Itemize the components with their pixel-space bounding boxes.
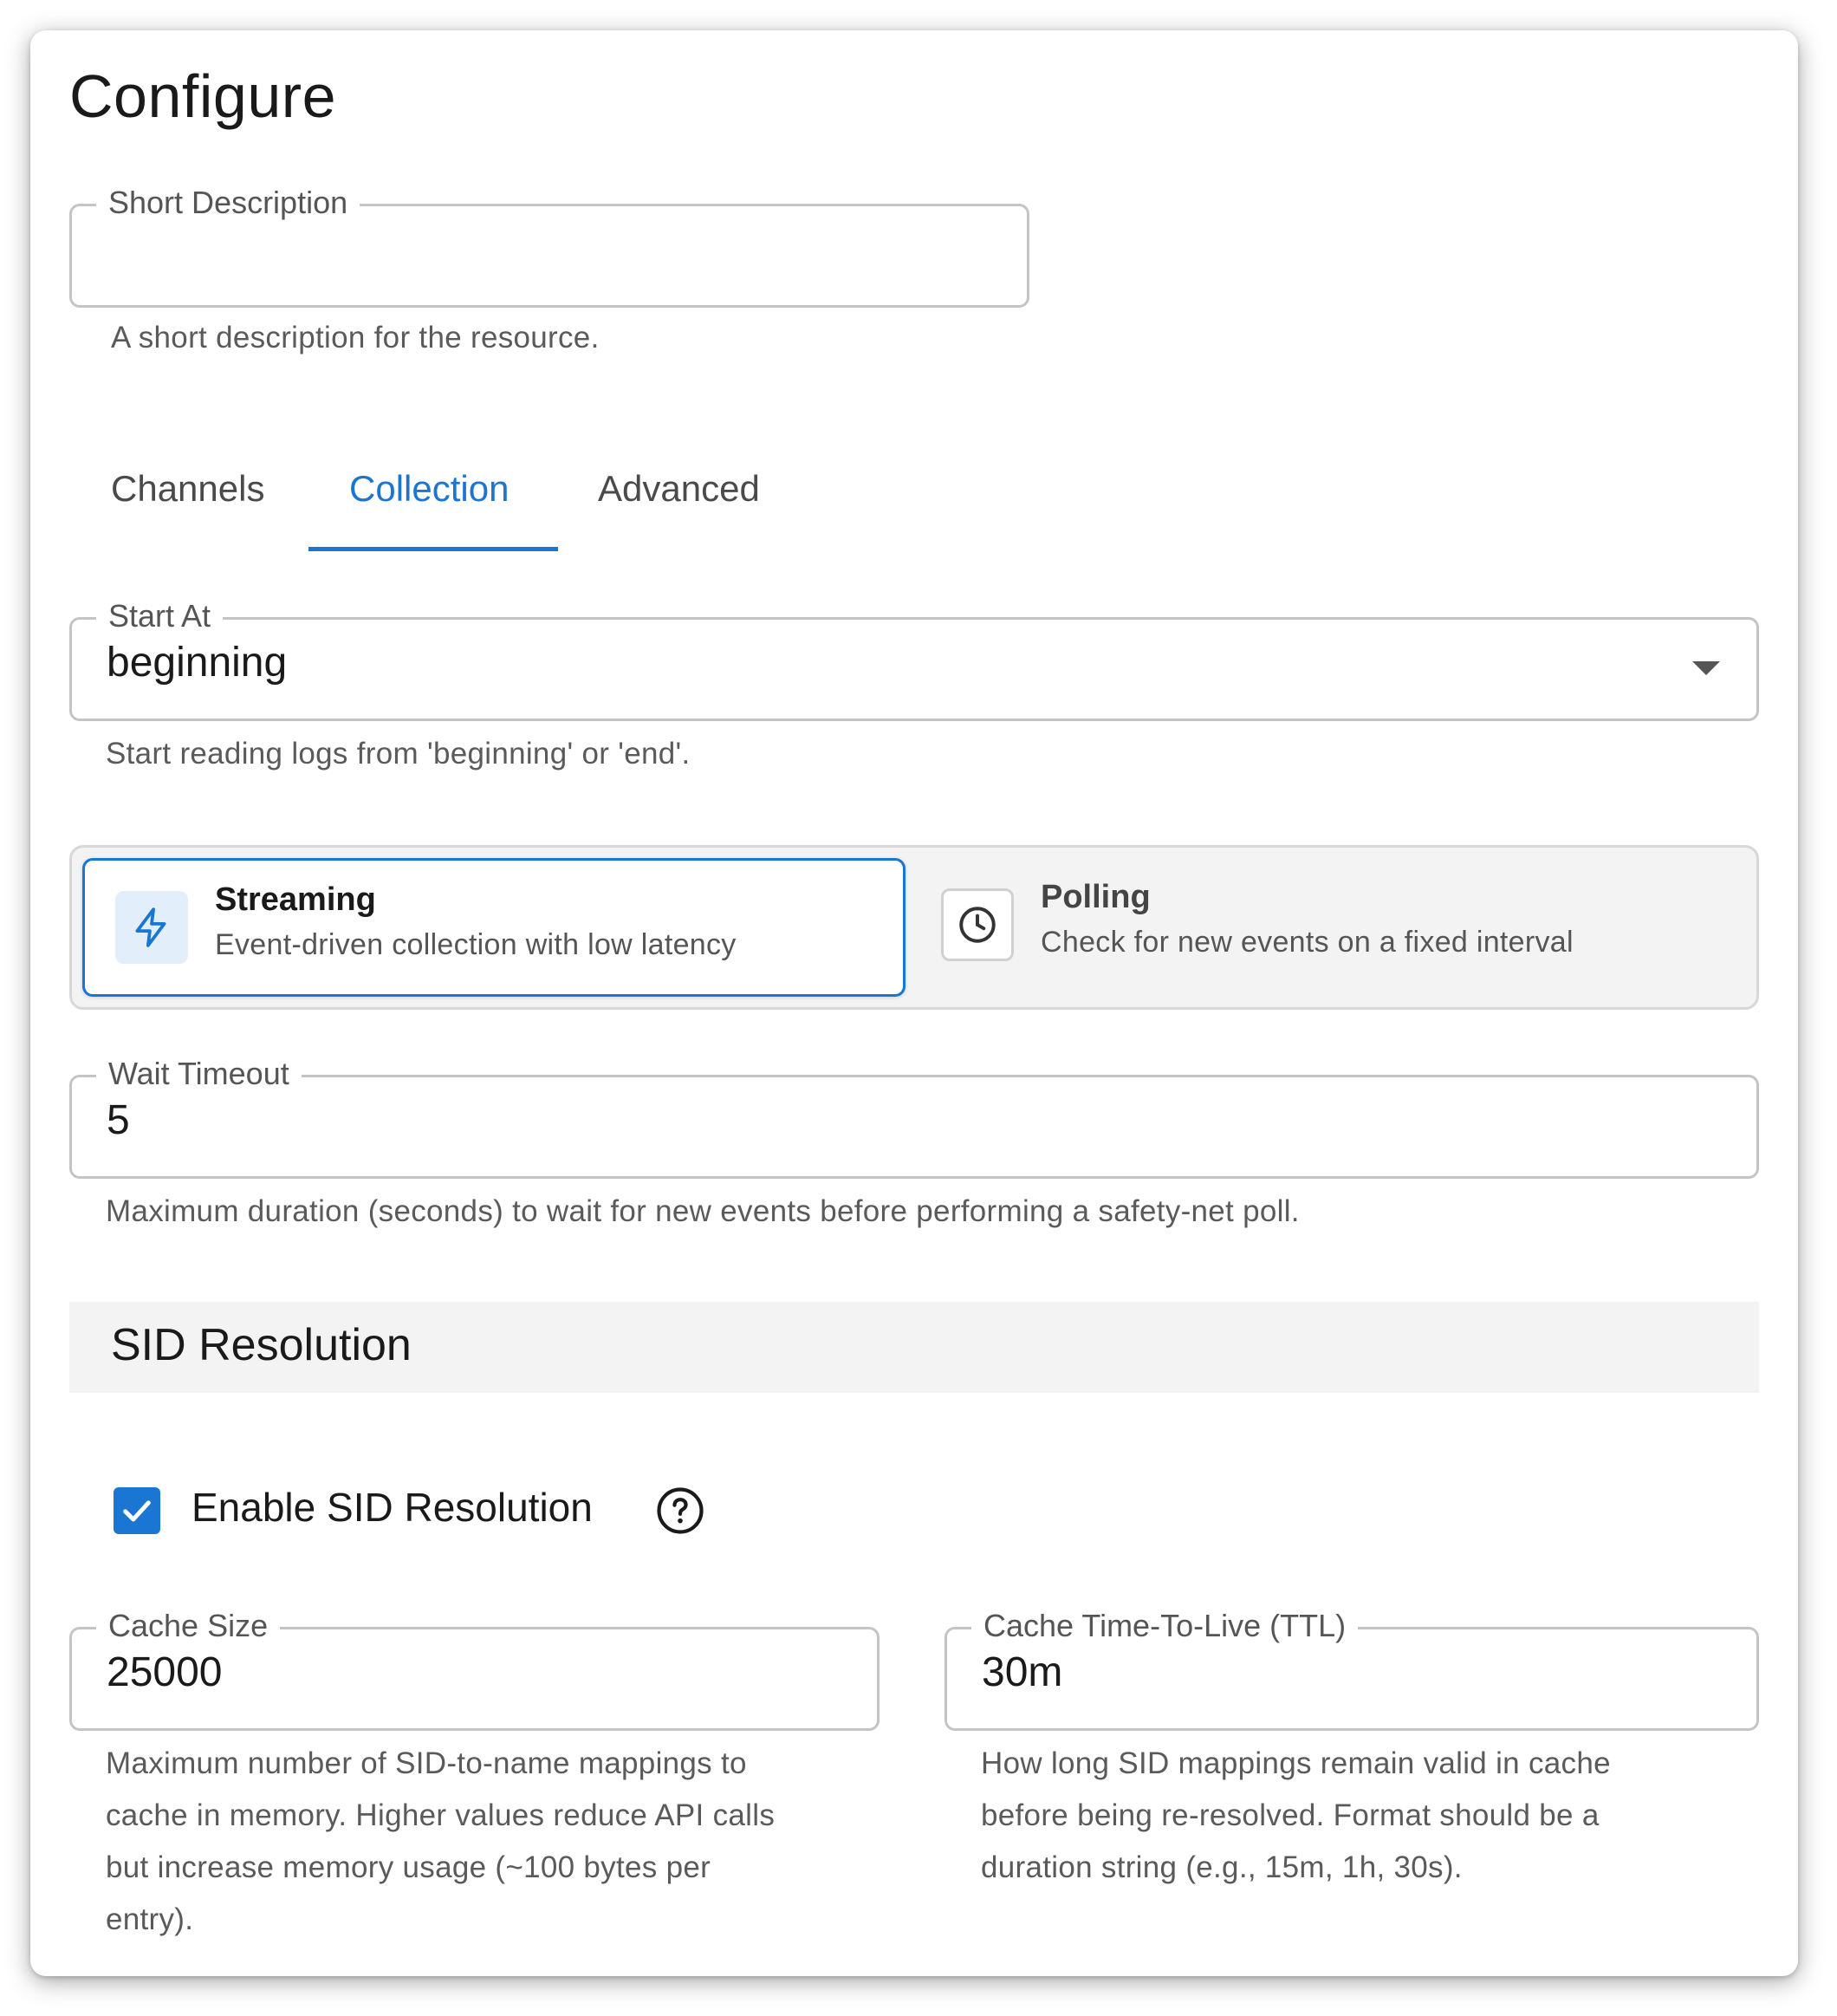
enable-sid-checkbox[interactable] (114, 1487, 160, 1534)
mode-option-polling[interactable]: Polling Check for new events on a fixed … (911, 858, 1749, 997)
start-at-helper: Start reading logs from 'beginning' or '… (106, 737, 691, 771)
configure-card: Configure Short Description A short desc… (30, 30, 1798, 1976)
cache-ttl-helper: How long SID mappings remain valid in ca… (981, 1738, 1611, 1894)
short-description-label: Short Description (96, 184, 360, 222)
cache-size-helper-line: entry). (106, 1902, 194, 1936)
checkmark-icon (123, 1500, 151, 1522)
streaming-icon-box (115, 891, 188, 964)
active-tab-indicator (308, 547, 558, 551)
clock-icon (959, 907, 996, 943)
start-at-select[interactable]: Start At beginning (69, 597, 1759, 721)
cache-ttl-input[interactable]: Cache Time-To-Live (TTL) 30m (944, 1607, 1759, 1731)
chevron-down-icon (1692, 661, 1720, 675)
enable-sid-label[interactable]: Enable SID Resolution (191, 1484, 593, 1531)
wait-timeout-value: 5 (107, 1097, 130, 1143)
tab-advanced[interactable]: Advanced (598, 468, 760, 510)
mode-title-streaming: Streaming (215, 881, 376, 918)
wait-timeout-input[interactable]: Wait Timeout 5 (69, 1055, 1759, 1179)
cache-ttl-helper-line: duration string (e.g., 15m, 1h, 30s). (981, 1850, 1463, 1884)
cache-ttl-label: Cache Time-To-Live (TTL) (971, 1607, 1359, 1645)
collection-mode-group: Streaming Event-driven collection with l… (69, 845, 1759, 1010)
cache-size-label: Cache Size (96, 1607, 281, 1645)
mode-desc-streaming: Event-driven collection with low latency (215, 928, 737, 961)
start-at-label: Start At (96, 597, 224, 635)
cache-size-helper: Maximum number of SID-to-name mappings t… (106, 1738, 775, 1946)
cache-ttl-helper-line: before being re-resolved. Format should … (981, 1798, 1600, 1832)
mode-option-streaming[interactable]: Streaming Event-driven collection with l… (82, 858, 906, 997)
sid-resolution-header: SID Resolution (69, 1302, 1759, 1393)
start-at-value: beginning (107, 640, 288, 686)
wait-timeout-helper: Maximum duration (seconds) to wait for n… (106, 1194, 1300, 1228)
lightning-icon (135, 907, 166, 947)
tab-channels[interactable]: Channels (111, 468, 264, 510)
wait-timeout-label: Wait Timeout (96, 1055, 302, 1093)
mode-desc-polling: Check for new events on a fixed interval (1041, 926, 1574, 959)
question-circle-icon[interactable] (656, 1486, 704, 1535)
polling-icon-box (941, 888, 1014, 961)
page-title: Configure (69, 62, 337, 130)
sid-resolution-title: SID Resolution (111, 1320, 412, 1370)
cache-size-input[interactable]: Cache Size 25000 (69, 1607, 880, 1731)
mode-title-polling: Polling (1041, 879, 1151, 915)
cache-size-helper-line: Maximum number of SID-to-name mappings t… (106, 1746, 747, 1780)
cache-ttl-value: 30m (982, 1649, 1063, 1695)
short-description-helper: A short description for the resource. (111, 321, 600, 354)
cache-size-helper-line: but increase memory usage (~100 bytes pe… (106, 1850, 711, 1884)
tab-collection[interactable]: Collection (349, 468, 509, 510)
short-description-input[interactable]: Short Description (69, 184, 1029, 308)
cache-size-value: 25000 (107, 1649, 223, 1695)
cache-size-helper-line: cache in memory. Higher values reduce AP… (106, 1798, 776, 1832)
cache-ttl-helper-line: How long SID mappings remain valid in ca… (981, 1746, 1611, 1780)
